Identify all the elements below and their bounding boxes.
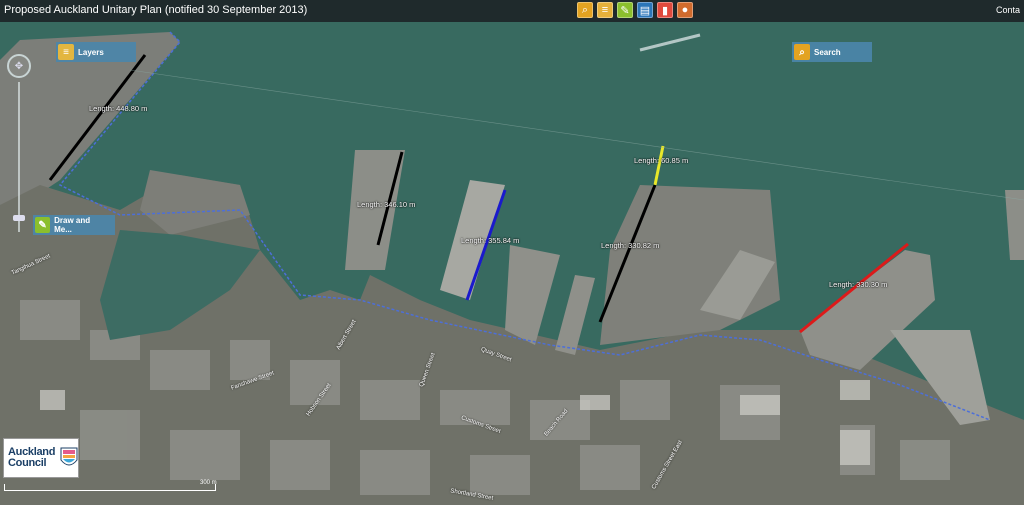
printer-icon: ▤ xyxy=(639,4,651,17)
map-imagery xyxy=(0,22,1024,505)
measurement-label-2: Length: 346.10 m xyxy=(357,200,416,209)
toolbar: ⌕ ≡ ✎ ▤ ▮ ● xyxy=(577,2,693,20)
measurement-label-6: Length: 330.30 m xyxy=(829,280,888,289)
compass-icon: ✥ xyxy=(14,60,24,72)
layers-tool-button[interactable]: ≡ xyxy=(597,2,613,18)
scale-bar xyxy=(4,484,216,491)
location-tool-button[interactable]: ● xyxy=(677,2,693,18)
bookmark-tool-button[interactable]: ▮ xyxy=(657,2,673,18)
layers-label: Layers xyxy=(78,47,104,57)
draw-label: Draw and Me... xyxy=(54,216,91,234)
bookmark-icon: ▮ xyxy=(661,4,669,17)
layers-panel-button[interactable]: ≡ Layers xyxy=(56,42,136,62)
layers-icon: ≡ xyxy=(601,4,609,16)
pan-control[interactable]: ✥ xyxy=(7,54,31,78)
council-logo: Auckland Council xyxy=(3,438,79,478)
app-title: Proposed Auckland Unitary Plan (notified… xyxy=(4,4,308,16)
print-tool-button[interactable]: ▤ xyxy=(637,2,653,18)
top-bar: Proposed Auckland Unitary Plan (notified… xyxy=(0,0,1024,22)
magnifier-icon: ⌕ xyxy=(581,3,589,16)
council-emblem-icon xyxy=(59,446,79,470)
zoom-slider-handle[interactable] xyxy=(13,215,25,221)
layers-icon: ≡ xyxy=(58,44,74,60)
scale-label: 300 m xyxy=(200,480,217,486)
map-view[interactable]: Length: 448.80 m Length: 346.10 m Length… xyxy=(0,22,1024,505)
draw-tool-button[interactable]: ✎ xyxy=(617,2,633,18)
pencil-icon: ✎ xyxy=(620,4,630,17)
measurement-label-4: Length: 60.85 m xyxy=(634,156,689,165)
magnifier-icon: ⌕ xyxy=(794,44,810,60)
draw-measure-panel-button[interactable]: ✎ Draw and Me... xyxy=(33,215,115,235)
logo-line-2: Council xyxy=(8,457,47,469)
contact-link[interactable]: Conta xyxy=(996,5,1020,15)
pencil-icon: ✎ xyxy=(35,217,51,233)
zoom-slider[interactable] xyxy=(18,82,20,232)
search-tool-button[interactable]: ⌕ xyxy=(577,2,593,18)
search-panel-button[interactable]: ⌕ Search xyxy=(792,42,872,62)
pin-icon: ● xyxy=(681,4,689,16)
measurement-label-1: Length: 448.80 m xyxy=(89,104,148,113)
search-label: Search xyxy=(814,47,841,57)
measurement-label-5: Length: 330.82 m xyxy=(601,241,660,250)
measurement-label-3: Length: 355.84 m xyxy=(461,236,520,245)
